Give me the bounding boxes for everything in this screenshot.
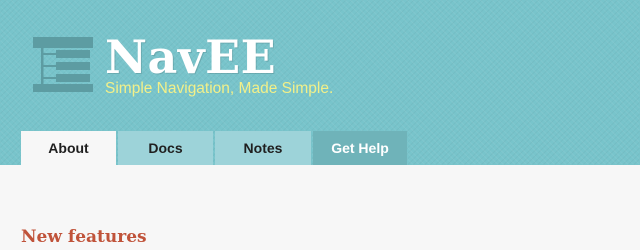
tab-about[interactable]: About bbox=[21, 131, 116, 165]
section-heading: New features bbox=[21, 227, 147, 247]
site-tagline: Simple Navigation, Made Simple. bbox=[105, 80, 334, 97]
site-title[interactable]: NavEE bbox=[105, 31, 276, 83]
tab-docs[interactable]: Docs bbox=[118, 131, 213, 165]
nav-tree-icon bbox=[33, 37, 93, 92]
tab-get-help[interactable]: Get Help bbox=[313, 131, 407, 165]
site-header: NavEE Simple Navigation, Made Simple. Ab… bbox=[0, 0, 640, 165]
main-nav-tabs: About Docs Notes Get Help bbox=[21, 131, 407, 165]
tab-notes[interactable]: Notes bbox=[215, 131, 311, 165]
